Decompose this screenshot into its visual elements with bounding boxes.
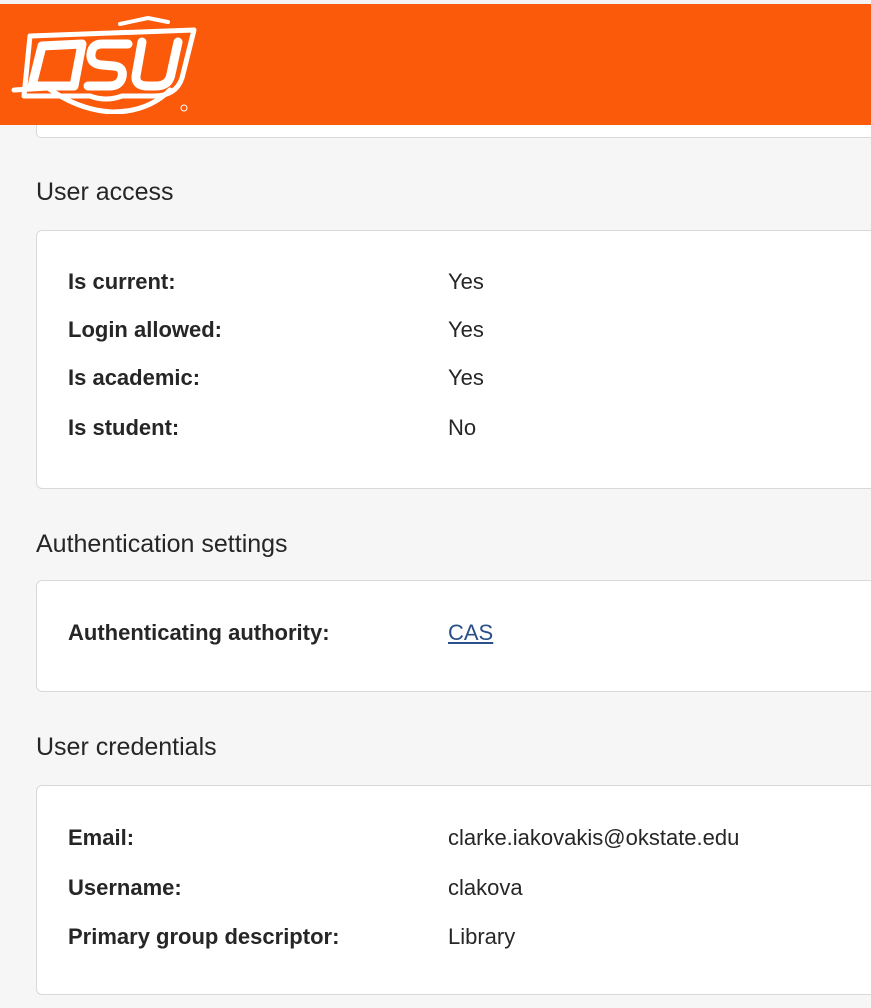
detail-row-is-current: Is current: Yes [68,269,868,299]
detail-label: Email: [68,825,135,850]
user-credentials-title: User credentials [36,733,217,761]
osu-logo[interactable] [8,14,198,115]
detail-row-authenticating-authority: Authenticating authority: CAS [68,620,868,650]
detail-value: clarke.iakovakis@okstate.edu [448,825,740,850]
detail-label: Is academic: [68,365,201,390]
authentication-settings-title: Authentication settings [36,530,288,558]
detail-label: Primary group descriptor: [68,924,340,949]
detail-value: Yes [448,269,484,294]
detail-value: No [448,415,477,440]
user-access-card: Is current: Yes Login allowed: Yes Is ac… [36,230,871,489]
detail-row-is-academic: Is academic: Yes [68,365,868,395]
detail-row-is-student: Is student: No [68,415,868,445]
detail-value: clakova [448,875,523,900]
osu-logo-icon [11,16,197,115]
osu-logo-drawing [11,16,197,115]
detail-row-email: Email: clarke.iakovakis@okstate.edu [68,825,868,855]
user-access-title: User access [36,178,174,206]
header-top-stripe [0,0,871,4]
site-header [0,0,871,125]
user-credentials-card: Email: clarke.iakovakis@okstate.edu User… [36,785,871,995]
detail-row-username: Username: clakova [68,875,868,905]
detail-label: Username: [68,875,182,900]
detail-row-login-allowed: Login allowed: Yes [68,317,868,347]
detail-label: Login allowed: [68,317,222,342]
cas-link[interactable]: CAS [448,620,493,646]
detail-label: Is student: [68,415,180,440]
detail-label: Is current: [68,269,176,294]
authentication-settings-card: Authenticating authority: CAS [36,580,871,692]
detail-value: Library [448,924,516,949]
detail-value: Yes [448,317,484,342]
detail-value: Yes [448,365,484,390]
detail-row-primary-group: Primary group descriptor: Library [68,924,868,954]
detail-label: Authenticating authority: [68,620,330,645]
